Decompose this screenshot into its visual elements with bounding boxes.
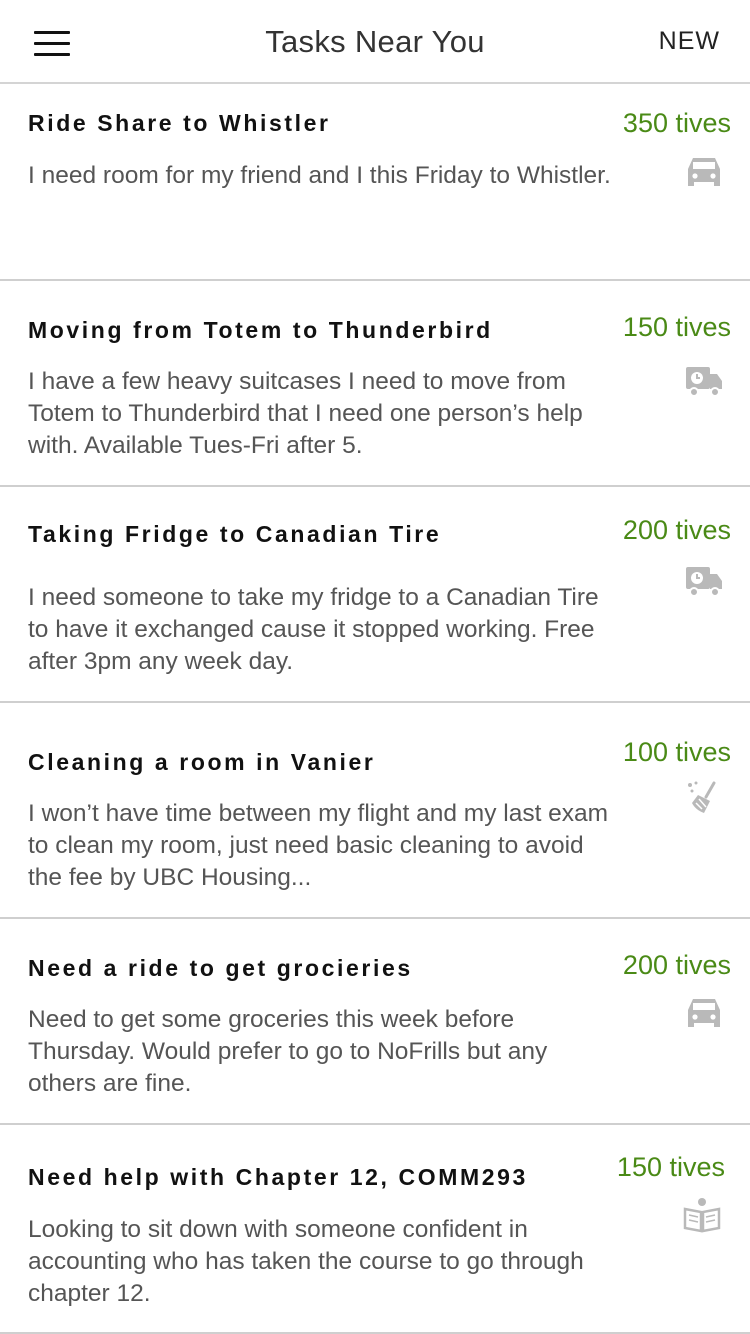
- task-description: Need to get some groceries this week bef…: [28, 1006, 548, 1097]
- task-card[interactable]: Moving from Totem to Thunderbird 150 tiv…: [0, 281, 750, 487]
- top-nav-bar: Tasks Near You NEW: [0, 0, 750, 84]
- task-reward: 100 tives: [622, 737, 731, 767]
- task-reward: 350 tives: [622, 108, 731, 138]
- task-title: Taking Fridge to Canadian Tire: [28, 521, 442, 547]
- task-card[interactable]: Cleaning a room in Vanier 100 tives I wo…: [0, 703, 750, 919]
- task-title: Moving from Totem to Thunderbird: [28, 317, 493, 343]
- task-reward: 200 tives: [622, 950, 731, 980]
- delivery-truck-icon: [684, 363, 724, 399]
- study-book-icon: [682, 1197, 722, 1233]
- task-reward: 150 tives: [622, 312, 731, 342]
- task-title: Cleaning a room in Vanier: [28, 749, 376, 775]
- car-icon: [684, 155, 724, 191]
- task-reward: 200 tives: [622, 515, 731, 545]
- task-card[interactable]: Need a ride to get grocieries 200 tives …: [0, 919, 750, 1125]
- task-title: Ride Share to Whistler: [28, 110, 331, 136]
- broom-icon: [684, 779, 724, 815]
- task-title: Need a ride to get grocieries: [28, 955, 413, 981]
- task-reward: 150 tives: [616, 1152, 725, 1182]
- car-icon: [684, 996, 724, 1032]
- task-card[interactable]: Ride Share to Whistler 350 tives I need …: [0, 84, 750, 281]
- task-card[interactable]: Need help with Chapter 12, COMM293 150 t…: [0, 1125, 750, 1334]
- delivery-truck-icon: [684, 563, 724, 599]
- page-title: Tasks Near You: [265, 24, 485, 59]
- task-description: I have a few heavy suitcases I need to m…: [28, 368, 583, 459]
- task-card[interactable]: Taking Fridge to Canadian Tire 200 tives…: [0, 487, 750, 703]
- task-description: I need someone to take my fridge to a Ca…: [28, 584, 599, 675]
- task-title: Need help with Chapter 12, COMM293: [28, 1164, 528, 1190]
- new-task-button[interactable]: NEW: [659, 27, 720, 56]
- task-description: Looking to sit down with someone confide…: [28, 1216, 584, 1307]
- task-description: I won’t have time between my flight and …: [28, 800, 609, 891]
- task-description: I need room for my friend and I this Fri…: [28, 162, 611, 189]
